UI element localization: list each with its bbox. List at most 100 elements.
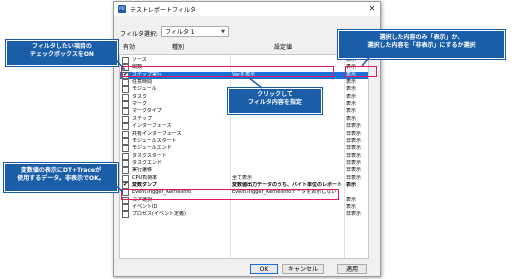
- setting-cell[interactable]: [232, 79, 342, 86]
- callout-checkbox-line1: フィルタしたい項目の: [32, 43, 92, 50]
- table-row[interactable]: 共有インターフェース 非表示: [120, 130, 368, 138]
- display-cell[interactable]: 非表示: [346, 153, 368, 160]
- table-row[interactable]: CPU負荷率 全て表示 非表示: [120, 174, 368, 182]
- enable-checkbox[interactable]: [122, 86, 129, 94]
- kind-cell: マーク: [132, 101, 148, 108]
- callout-display: 選択した内容のみ「表示」か、 選択した内容を「非表示」にするか選択: [338, 30, 505, 59]
- table-row[interactable]: ステップ 表示: [120, 115, 368, 123]
- enable-checkbox[interactable]: [122, 93, 129, 101]
- enable-checkbox[interactable]: [122, 108, 129, 116]
- highlight-variable-row: [121, 189, 339, 200]
- setting-cell[interactable]: 変数値出力データのうち、バイト単位のレポートを: [232, 182, 342, 189]
- display-cell[interactable]: 非表示: [346, 175, 368, 182]
- highlight-display-cell: [345, 66, 377, 77]
- table-row[interactable]: 実行遷移 非表示: [120, 167, 368, 175]
- display-cell[interactable]: 表示: [346, 79, 368, 86]
- kind-cell: イベントID: [132, 204, 158, 210]
- enable-checkbox[interactable]: [122, 137, 129, 145]
- table-row[interactable]: タスクエンド 非表示: [120, 159, 368, 167]
- column-header-enabled: 有効: [123, 44, 136, 51]
- setting-cell[interactable]: [232, 57, 342, 64]
- setting-cell[interactable]: [232, 160, 342, 167]
- display-cell[interactable]: 表示: [346, 204, 368, 211]
- setting-cell[interactable]: 全て表示: [232, 175, 342, 182]
- display-cell[interactable]: 非表示: [346, 160, 368, 167]
- display-cell[interactable]: 非表示: [346, 145, 368, 152]
- display-cell[interactable]: 表示: [346, 101, 368, 108]
- display-cell[interactable]: 非表示: [346, 131, 368, 138]
- kind-cell: タスク: [132, 93, 148, 100]
- table-row[interactable]: インターフェース 非表示: [120, 123, 368, 131]
- display-cell[interactable]: 表示: [346, 94, 368, 101]
- callout-checkbox: フィルタしたい項目の チェックボックスをON: [6, 40, 118, 66]
- setting-cell[interactable]: [232, 123, 342, 130]
- kind-cell: CPU負荷率: [132, 174, 158, 181]
- table-row[interactable]: 変数ダンプ 変数値出力データのうち、バイト単位のレポートを表示: [120, 181, 368, 189]
- callout-display-line2: 選択した内容を「非表示」にするか選択: [367, 42, 476, 49]
- enable-checkbox[interactable]: [122, 159, 129, 167]
- enable-checkbox[interactable]: [122, 145, 129, 153]
- kind-cell: タスクエンド: [132, 159, 163, 166]
- table-row[interactable]: タスクスタート 非表示: [120, 152, 368, 160]
- table-row[interactable]: イベントID 表示: [120, 204, 368, 211]
- display-cell[interactable]: 表示: [346, 197, 368, 204]
- callout-variable-line2: 使用するデータ。非表示でOK。: [17, 175, 105, 182]
- kind-cell: ステップ: [132, 115, 153, 122]
- display-cell[interactable]: 表示: [346, 108, 368, 115]
- kind-cell: 共有インターフェース: [132, 130, 182, 137]
- enable-checkbox[interactable]: [122, 115, 129, 123]
- enable-checkbox[interactable]: [122, 152, 129, 160]
- enable-checkbox[interactable]: [122, 204, 129, 211]
- enable-checkbox[interactable]: [122, 79, 129, 87]
- enable-checkbox[interactable]: [122, 167, 129, 175]
- enable-checkbox[interactable]: [122, 211, 129, 219]
- kind-cell: タスクスタート: [132, 152, 167, 159]
- kind-cell: モジュール: [132, 86, 157, 93]
- kind-cell: インターフェース: [132, 123, 172, 130]
- setting-cell[interactable]: [232, 116, 342, 123]
- enable-checkbox[interactable]: [122, 130, 129, 138]
- setting-cell[interactable]: [232, 204, 342, 211]
- display-cell[interactable]: 非表示: [346, 167, 368, 174]
- callout-click-line1: クリックして: [257, 91, 293, 98]
- table-row[interactable]: 任意時間 表示: [120, 79, 368, 87]
- setting-cell[interactable]: [232, 211, 342, 218]
- display-cell[interactable]: 非表示: [346, 211, 368, 218]
- table-row[interactable]: モジュールエンド 非表示: [120, 145, 368, 153]
- setting-cell[interactable]: [232, 138, 342, 145]
- chevron-down-icon: ▼: [221, 29, 225, 35]
- filter-select-value: フィルタ 1: [165, 29, 195, 36]
- display-cell[interactable]: 非表示: [346, 123, 368, 130]
- enable-checkbox[interactable]: [122, 123, 129, 131]
- kind-cell: 変数ダンプ: [132, 181, 157, 188]
- setting-cell[interactable]: [232, 131, 342, 138]
- enable-checkbox[interactable]: [122, 181, 129, 189]
- ok-button[interactable]: OK: [250, 264, 278, 274]
- filter-select-dropdown[interactable]: フィルタ 1 ▼: [161, 26, 229, 37]
- highlight-step-row: [121, 66, 334, 77]
- callout-click: クリックして フィルタ内容を指定: [228, 88, 322, 114]
- callout-checkbox-line2: チェックボックスをON: [30, 51, 94, 58]
- display-cell[interactable]: 表示: [346, 86, 368, 93]
- enable-checkbox[interactable]: [122, 57, 129, 64]
- enable-checkbox[interactable]: [122, 101, 129, 109]
- setting-cell[interactable]: [232, 167, 342, 174]
- apply-button[interactable]: 適用: [337, 264, 367, 274]
- table-row[interactable]: モジュールスタート 非表示: [120, 137, 368, 145]
- kind-cell: ソース: [132, 57, 147, 63]
- display-cell[interactable]: 非表示: [346, 138, 368, 145]
- setting-cell[interactable]: [232, 145, 342, 152]
- column-header-kind: 種別: [172, 44, 185, 51]
- table-row[interactable]: ソース 表示: [120, 57, 368, 64]
- setting-cell[interactable]: [232, 153, 342, 160]
- display-cell[interactable]: 表示: [346, 182, 368, 189]
- kind-cell: モジュールスタート: [132, 137, 177, 144]
- cancel-button[interactable]: キャンセル: [282, 264, 324, 274]
- close-icon[interactable]: ✕: [367, 4, 377, 14]
- kind-cell: マークタイプ: [132, 108, 162, 115]
- dialog-title: テストレポートフィルタ: [130, 7, 196, 14]
- table-row[interactable]: プロセス(イベント定義) 非表示: [120, 211, 368, 219]
- kind-cell: 実行遷移: [132, 167, 153, 174]
- display-cell[interactable]: [346, 189, 368, 196]
- display-cell[interactable]: 表示: [346, 116, 368, 123]
